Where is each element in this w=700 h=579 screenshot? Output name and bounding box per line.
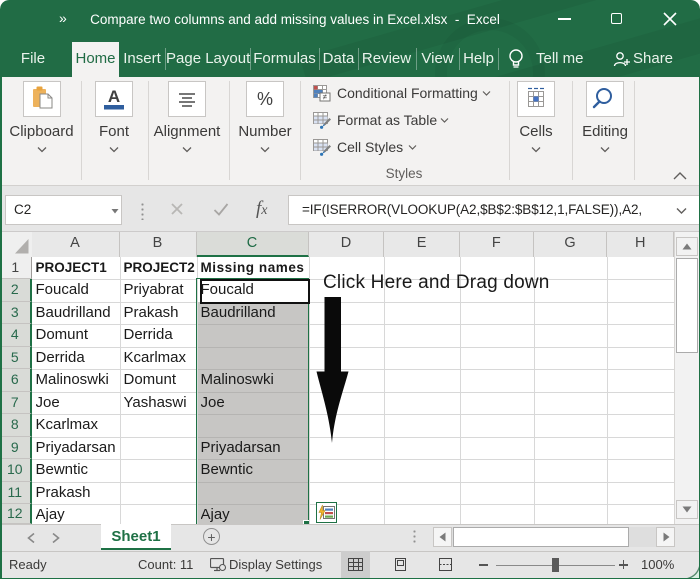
svg-text:≠: ≠: [323, 93, 328, 102]
svg-text:A: A: [108, 87, 120, 106]
svg-text:%: %: [257, 89, 273, 109]
